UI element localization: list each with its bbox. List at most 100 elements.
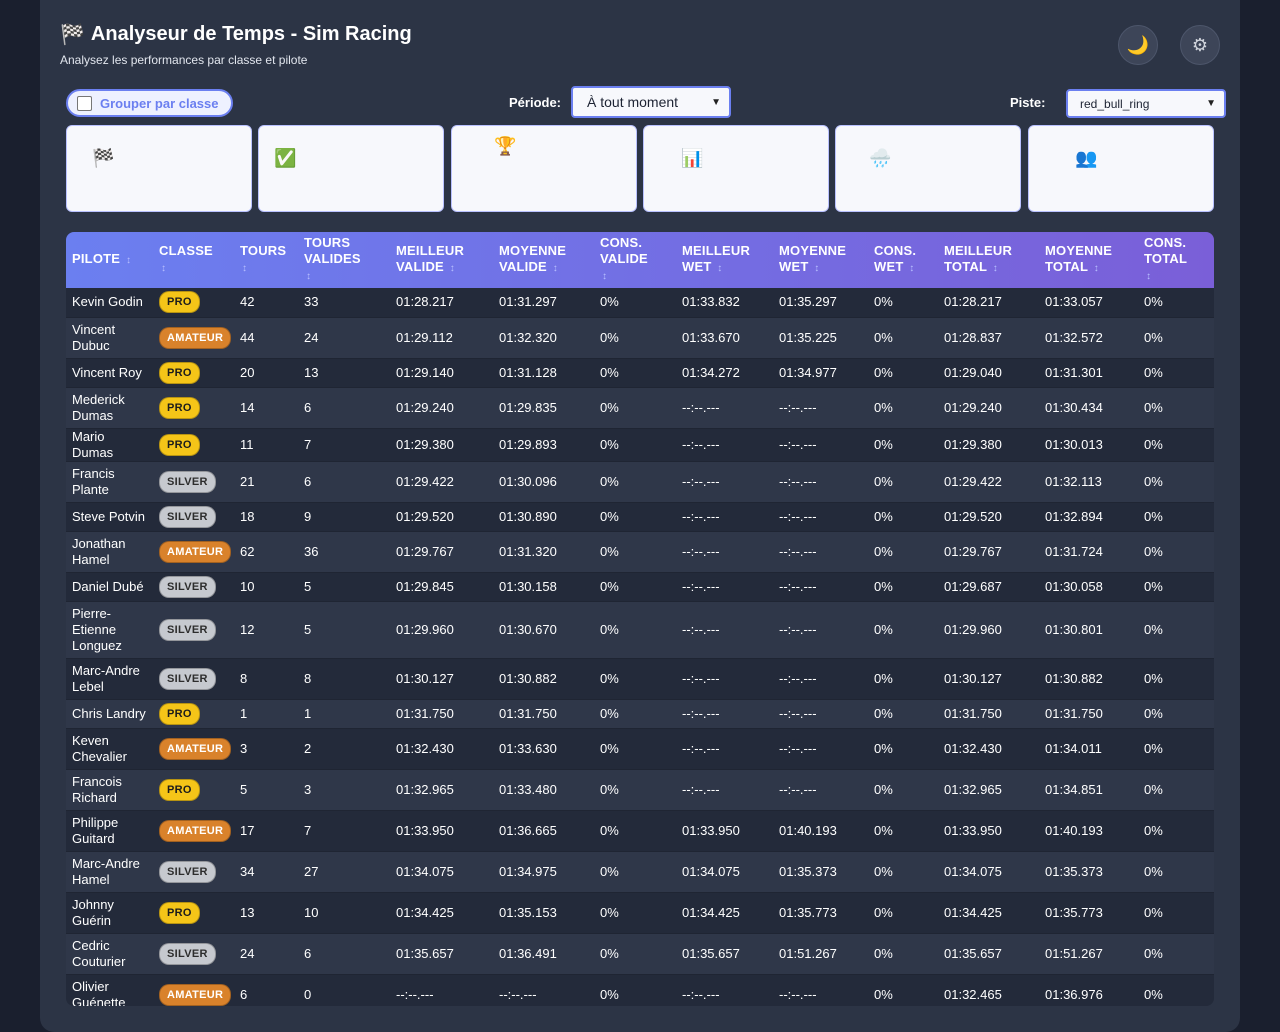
- column-header[interactable]: Tours valides ↕: [298, 232, 390, 288]
- cell-value: 01:28.837: [944, 329, 1002, 345]
- table-cell: 01:30.670: [493, 601, 594, 659]
- table-row[interactable]: Francis Plante SILVER 21 6 01:29.422 01:30.09…: [66, 461, 1214, 503]
- cell-value: 0%: [600, 399, 619, 415]
- table-row[interactable]: Daniel Dubé SILVER 10 5 01:29.845 01:30.158 0%…: [66, 572, 1214, 602]
- column-header-label: wet: [874, 259, 904, 274]
- table-row[interactable]: Vincent Roy PRO 20 13 01:29.140 01:31.128 0% 01…: [66, 358, 1214, 388]
- table-row[interactable]: Cedric Couturier SILVER 24 6 01:35.657 01:36.…: [66, 933, 1214, 975]
- table-cell: SILVER: [153, 933, 234, 975]
- table-cell: Vincent Roy: [66, 358, 153, 388]
- column-header[interactable]: Meilleur valide ↕: [390, 232, 493, 288]
- cell-value: 0%: [1144, 621, 1163, 637]
- sort-icon[interactable]: ↕: [306, 271, 311, 282]
- table-row[interactable]: Jonathan Hamel AMATEUR 62 36 01:29.767 01:31.…: [66, 531, 1214, 573]
- column-header[interactable]: Moyenne wet ↕: [773, 232, 868, 288]
- table-row[interactable]: Olivier Guénette AMATEUR 6 0 --:--.--- --:--.…: [66, 974, 1214, 1006]
- cell-value: 01:32.965: [396, 781, 454, 797]
- table-body: Kevin Godin PRO 42 33 01:28.217 01:31.297 0% 01…: [66, 288, 1214, 1006]
- column-header[interactable]: Meilleur wet ↕: [676, 232, 773, 288]
- column-header-label: wet: [779, 259, 809, 274]
- table-cell: 0%: [594, 658, 676, 700]
- cell-value: 0%: [874, 904, 893, 920]
- column-header[interactable]: Cons. valide ↕: [594, 232, 676, 288]
- table-cell: AMATEUR: [153, 974, 234, 1006]
- cell-value: 01:29.767: [944, 543, 1002, 559]
- cell-value: 33: [304, 294, 319, 310]
- sort-icon[interactable]: ↕: [161, 263, 166, 274]
- table-cell: --:--.---: [773, 974, 868, 1006]
- column-header[interactable]: Moyenne total ↕: [1039, 232, 1138, 288]
- column-header[interactable]: Cons. total ↕: [1138, 232, 1214, 288]
- column-header[interactable]: Meilleur total ↕: [938, 232, 1039, 288]
- cell-value: 01:29.767: [396, 543, 454, 559]
- table-row[interactable]: Vincent Dubuc AMATEUR 44 24 01:29.112 01:32.3…: [66, 317, 1214, 359]
- table-cell: --:--.---: [493, 974, 594, 1006]
- driver-name: Johnny Guérin: [72, 896, 114, 928]
- table-row[interactable]: Keven Chevalier AMATEUR 3 2 01:32.430 01:33.6…: [66, 728, 1214, 770]
- table-cell: PRO: [153, 769, 234, 811]
- column-header-label: Meilleur: [944, 243, 1013, 258]
- table-cell: 0%: [1138, 358, 1214, 388]
- table-cell: 01:31.128: [493, 358, 594, 388]
- cell-value: --:--.---: [396, 986, 434, 1002]
- class-badge: SILVER: [159, 470, 216, 493]
- theme-toggle-button[interactable]: 🌙: [1118, 25, 1158, 65]
- table-cell: --:--.---: [676, 974, 773, 1006]
- column-header[interactable]: Cons. wet ↕: [868, 232, 938, 288]
- cell-value: 0%: [600, 436, 619, 452]
- sort-icon[interactable]: ↕: [602, 271, 607, 282]
- driver-name: Jonathan Hamel: [72, 535, 126, 567]
- sort-icon[interactable]: ↕: [993, 263, 998, 274]
- cell-value: 01:33.670: [682, 329, 740, 345]
- table-cell: 01:32.465: [938, 974, 1039, 1006]
- sort-icon[interactable]: ↕: [909, 263, 914, 274]
- sort-icon[interactable]: ↕: [553, 263, 558, 274]
- table-cell: 0%: [868, 572, 938, 602]
- sort-icon[interactable]: ↕: [717, 263, 722, 274]
- table-row[interactable]: Pierre-Etienne Longuez SILVER 12 5 01:29.960…: [66, 601, 1214, 659]
- table-row[interactable]: Marc-Andre Hamel SILVER 34 27 01:34.075 01:34…: [66, 851, 1214, 893]
- table-cell: 01:33.832: [676, 288, 773, 318]
- table-cell: 0%: [1138, 288, 1214, 318]
- stat-card: ✅: [258, 125, 444, 212]
- group-by-class-checkbox[interactable]: [77, 95, 92, 111]
- table-row[interactable]: Francois Richard PRO 5 3 01:32.965 01:33.480 0…: [66, 769, 1214, 811]
- sort-icon[interactable]: ↕: [450, 263, 455, 274]
- table-cell: 0%: [868, 288, 938, 318]
- cell-value: 7: [304, 822, 312, 838]
- sort-icon[interactable]: ↕: [126, 255, 131, 266]
- column-header[interactable]: Classe ↕: [153, 232, 234, 288]
- table-row[interactable]: Mederick Dumas PRO 14 6 01:29.240 01:29.835 0%…: [66, 387, 1214, 429]
- table-row[interactable]: Philippe Guitard AMATEUR 17 7 01:33.950 01:36…: [66, 810, 1214, 852]
- column-header[interactable]: Tours ↕: [234, 232, 298, 288]
- table-cell: 01:34.425: [938, 892, 1039, 934]
- table-row[interactable]: Marc-Andre Lebel SILVER 8 8 01:30.127 01:30.8…: [66, 658, 1214, 700]
- table-cell: PRO: [153, 288, 234, 318]
- table-row[interactable]: Steve Potvin SILVER 18 9 01:29.520 01:30.890 0…: [66, 502, 1214, 532]
- table-cell: SILVER: [153, 851, 234, 893]
- settings-button[interactable]: ⚙: [1180, 25, 1220, 65]
- table-row[interactable]: Mario Dumas PRO 11 7 01:29.380 01:29.893 0% --:…: [66, 428, 1214, 462]
- moon-icon: 🌙: [1126, 34, 1150, 55]
- table-cell: SILVER: [153, 461, 234, 503]
- track-select[interactable]: red_bull_ring ▼: [1066, 89, 1226, 118]
- table-cell: 3: [234, 728, 298, 770]
- cell-value: 8: [240, 670, 248, 686]
- cell-value: 01:29.960: [944, 621, 1002, 637]
- cell-value: 01:35.225: [779, 329, 837, 345]
- group-by-class-toggle[interactable]: Grouper par classe: [66, 89, 233, 117]
- table-cell: 01:29.140: [390, 358, 493, 388]
- column-header[interactable]: Moyenne valide ↕: [493, 232, 594, 288]
- table-row[interactable]: Johnny Guérin PRO 13 10 01:34.425 01:35.153 0%…: [66, 892, 1214, 934]
- sort-icon[interactable]: ↕: [1094, 263, 1099, 274]
- sort-icon[interactable]: ↕: [814, 263, 819, 274]
- table-cell: 0%: [868, 974, 938, 1006]
- column-header[interactable]: Pilote ↕: [66, 232, 153, 288]
- table-row[interactable]: Kevin Godin PRO 42 33 01:28.217 01:31.297 0% 01…: [66, 288, 1214, 318]
- cell-value: --:--.---: [682, 508, 720, 524]
- table-row[interactable]: Chris Landry PRO 1 1 01:31.750 01:31.750 0% --:…: [66, 699, 1214, 729]
- sort-icon[interactable]: ↕: [1146, 271, 1151, 282]
- sort-icon[interactable]: ↕: [242, 263, 247, 274]
- period-select[interactable]: À tout moment ▼: [571, 86, 731, 118]
- driver-name: Vincent Roy: [72, 364, 142, 380]
